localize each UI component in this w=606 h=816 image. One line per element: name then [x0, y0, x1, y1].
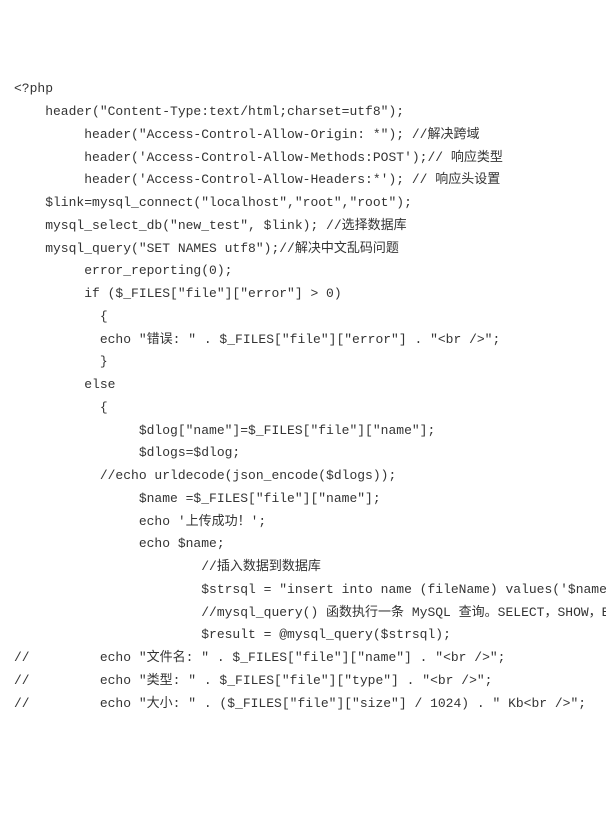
code-line: // echo "大小: " . ($_FILES["file"]["size"… [14, 693, 592, 716]
code-line: <?php [14, 78, 592, 101]
code-line: echo '上传成功！'; [14, 511, 592, 534]
code-line: $link=mysql_connect("localhost","root","… [14, 192, 592, 215]
code-line: $dlogs=$dlog; [14, 442, 592, 465]
code-line: //mysql_query() 函数执行一条 MySQL 查询。SELECT，S… [14, 602, 592, 625]
code-line: $name =$_FILES["file"]["name"]; [14, 488, 592, 511]
code-line: header("Access-Control-Allow-Origin: *")… [14, 124, 592, 147]
code-line: if ($_FILES["file"]["error"] > 0) [14, 283, 592, 306]
code-line: mysql_select_db("new_test", $link); //选择… [14, 215, 592, 238]
code-line: header("Content-Type:text/html;charset=u… [14, 101, 592, 124]
code-block: <?php header("Content-Type:text/html;cha… [14, 78, 592, 715]
code-line: // echo "类型: " . $_FILES["file"]["type"]… [14, 670, 592, 693]
code-line: //echo urldecode(json_encode($dlogs)); [14, 465, 592, 488]
code-line: header('Access-Control-Allow-Headers:*')… [14, 169, 592, 192]
code-line: error_reporting(0); [14, 260, 592, 283]
code-line: echo $name; [14, 533, 592, 556]
code-line: echo "错误: " . $_FILES["file"]["error"] .… [14, 329, 592, 352]
code-line: header('Access-Control-Allow-Methods:POS… [14, 147, 592, 170]
code-line: { [14, 306, 592, 329]
code-line: else [14, 374, 592, 397]
code-line: } [14, 351, 592, 374]
code-line: // echo "文件名: " . $_FILES["file"]["name"… [14, 647, 592, 670]
code-line: $strsql = "insert into name (fileName) v… [14, 579, 592, 602]
code-line: { [14, 397, 592, 420]
code-line: $result = @mysql_query($strsql); [14, 624, 592, 647]
code-line: //插入数据到数据库 [14, 556, 592, 579]
code-line: mysql_query("SET NAMES utf8");//解决中文乱码问题 [14, 238, 592, 261]
code-line: $dlog["name"]=$_FILES["file"]["name"]; [14, 420, 592, 443]
